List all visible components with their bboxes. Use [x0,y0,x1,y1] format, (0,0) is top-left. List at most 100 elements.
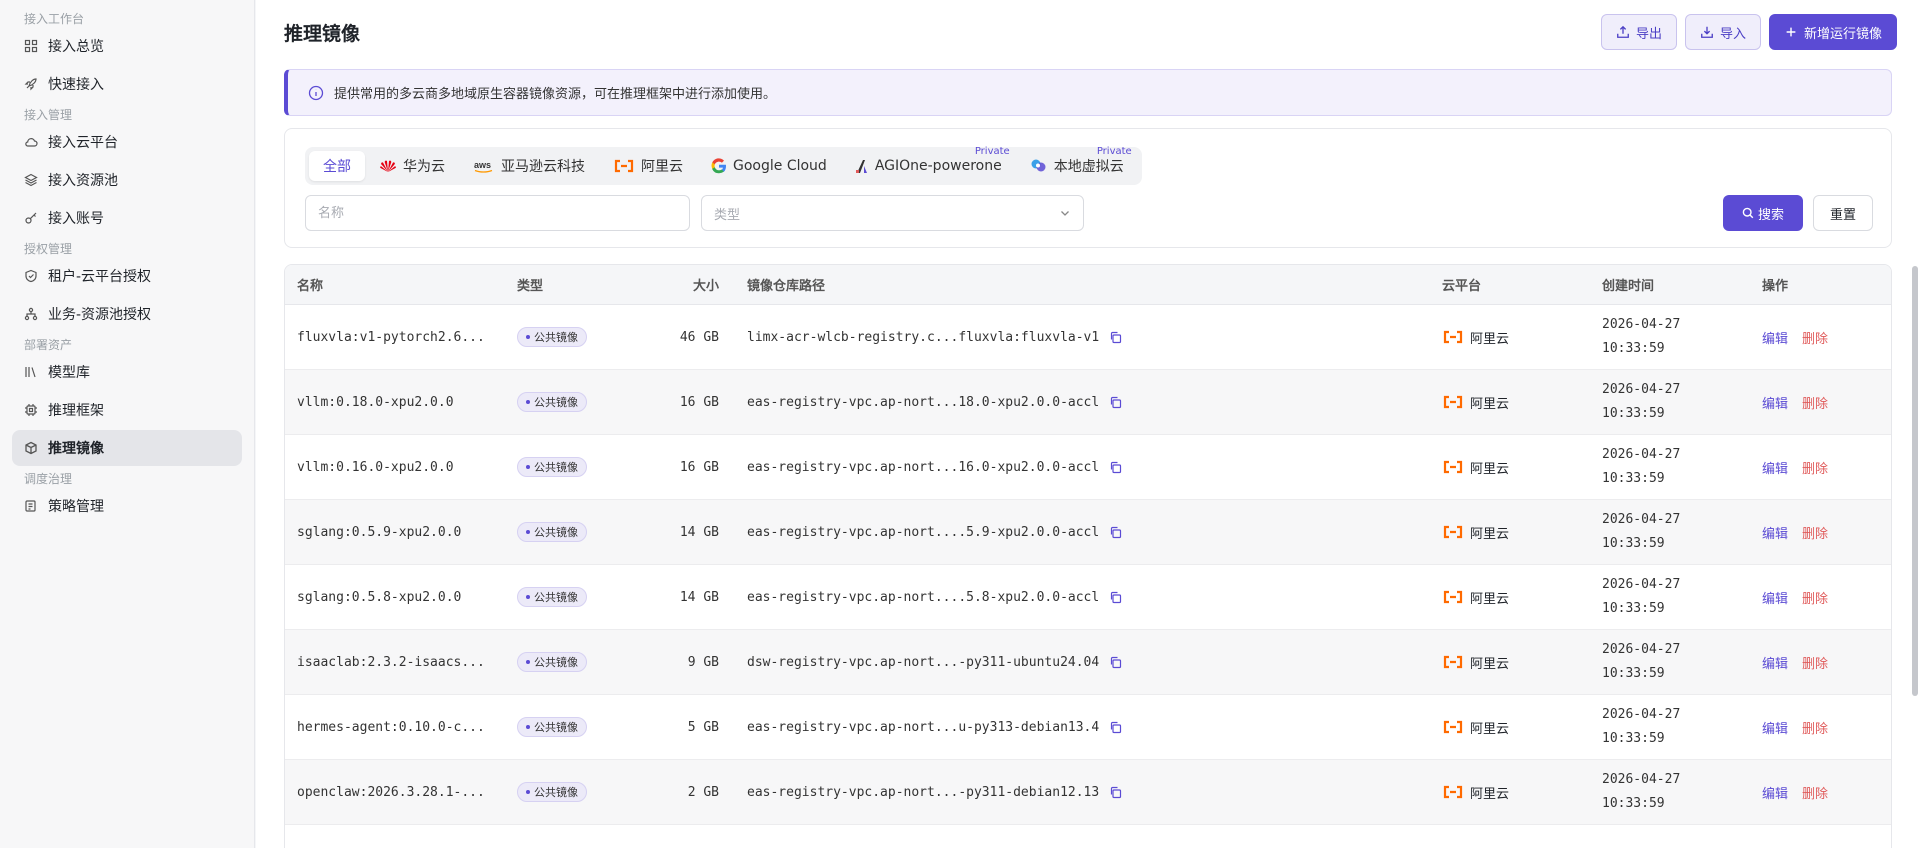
cloud-cell: 阿里云 [1430,328,1590,347]
copy-icon[interactable] [1109,461,1122,474]
image-name-cell: hermes-agent:0.10.0-c... [297,719,485,735]
copy-icon[interactable] [1109,591,1122,604]
sidebar-section-title: 接入管理 [24,108,73,122]
image-name-cell: vllm:0.18.0-xpu2.0.0 [297,394,454,410]
type-cell: 公共镜像 [505,457,645,477]
ops-cell: 编辑 删除 [1750,588,1890,607]
cloud-name: 阿里云 [1470,331,1510,347]
cloud-tab[interactable]: aws 亚马逊云科技 [459,151,599,181]
created-time-cell: 2026-04-27 10:33:59 [1590,508,1750,556]
sidebar-item[interactable]: 租户-云平台授权 [12,258,242,294]
sidebar-item[interactable]: 接入云平台 [12,124,242,160]
sidebar-item[interactable]: 接入资源池 [12,162,242,198]
edit-link[interactable]: 编辑 [1762,657,1788,672]
type-cell: 公共镜像 [505,522,645,542]
search-button[interactable]: 搜索 [1723,195,1803,231]
copy-icon[interactable] [1109,526,1122,539]
cloud-tab-label: 全部 [323,159,351,175]
delete-link[interactable]: 删除 [1802,397,1828,412]
sidebar-item-label: 推理框架 [48,403,104,419]
copy-icon[interactable] [1109,786,1122,799]
import-button[interactable]: 导入 [1684,14,1761,50]
add-image-label: 新增运行镜像 [1803,26,1882,42]
export-button[interactable]: 导出 [1600,14,1677,50]
sidebar-item-label: 快速接入 [48,77,104,93]
table-row: fluxvla:v1-pytorch2.6... 公共镜像 46 GB limx-ac… [285,305,1891,370]
sidebar-item[interactable]: 模型库 [12,354,242,390]
sidebar-item[interactable]: 推理框架 [12,392,242,428]
sidebar-item[interactable]: 策略管理 [12,488,242,524]
col-ops: 操作 [1762,279,1789,294]
edit-link[interactable]: 编辑 [1762,462,1788,477]
copy-icon[interactable] [1109,721,1122,734]
edit-link[interactable]: 编辑 [1762,332,1788,347]
col-size: 大小 [692,279,719,294]
cloud-tab[interactable]: AGIOne-powerone Private [841,146,1016,181]
filter-panel: 全部 华为云 aws 亚马逊云科技 阿里云 Google Cloud AGIOne-powe… [284,128,1892,248]
size-cell: 2 GB [687,784,719,800]
copy-icon[interactable] [1109,331,1122,344]
cloud-tab[interactable]: 阿里云 [599,151,697,181]
cloud-tab[interactable]: 本地虚拟云 Private [1016,146,1138,181]
created-time: 10:33:59 [1602,796,1665,811]
table-body: fluxvla:v1-pytorch2.6... 公共镜像 46 GB limx-ac… [285,305,1891,848]
info-text: 提供常用的多云商多地域原生容器镜像资源，可在推理框架中进行添加使用。 [334,87,777,102]
public-image-badge: 公共镜像 [517,782,587,802]
cloud-tab[interactable]: Google Cloud [697,151,841,181]
created-date: 2026-04-27 [1602,772,1681,787]
sidebar-item[interactable]: 接入总览 [12,28,242,64]
search-label: 搜索 [1757,207,1784,223]
copy-icon[interactable] [1109,656,1122,669]
delete-link[interactable]: 删除 [1802,722,1828,737]
scrollbar-thumb[interactable] [1912,266,1918,696]
sidebar-item[interactable]: 接入账号 [12,200,242,236]
svg-text:aws: aws [474,160,491,170]
reset-button[interactable]: 重置 [1813,195,1873,231]
image-name-cell: fluxvla:v1-pytorch2.6... [297,329,485,345]
path-cell: eas-registry-vpc.ap-nort...u-py313-debia… [725,720,1430,735]
search-icon [1742,207,1754,219]
type-cell: 公共镜像 [505,652,645,672]
delete-link[interactable]: 删除 [1802,332,1828,347]
ops-cell: 编辑 删除 [1750,718,1890,737]
copy-icon[interactable] [1109,396,1122,409]
delete-link[interactable]: 删除 [1802,787,1828,802]
created-date: 2026-04-27 [1602,642,1681,657]
aliyun-icon [1442,460,1464,474]
edit-link[interactable]: 编辑 [1762,722,1788,737]
delete-link[interactable]: 删除 [1802,657,1828,672]
cloud-cell: 阿里云 [1430,783,1590,802]
created-date: 2026-04-27 [1602,382,1681,397]
cloud-cell: 阿里云 [1430,523,1590,542]
ops-cell: 编辑 删除 [1750,523,1890,542]
export-label: 导出 [1635,26,1662,42]
edit-link[interactable]: 编辑 [1762,592,1788,607]
type-select[interactable]: 类型 [701,195,1084,231]
cloud-cell: 阿里云 [1430,653,1590,672]
sidebar-item[interactable]: 快速接入 [12,66,242,102]
cloud-name: 阿里云 [1470,656,1510,672]
ops-cell: 编辑 删除 [1750,328,1890,347]
edit-link[interactable]: 编辑 [1762,527,1788,542]
cloud-tab-label: Google Cloud [733,158,827,174]
cloud-tab[interactable]: 全部 [309,151,365,181]
cloud-cell: 阿里云 [1430,458,1590,477]
public-image-badge: 公共镜像 [517,522,587,542]
add-image-button[interactable]: 新增运行镜像 [1768,14,1897,50]
delete-link[interactable]: 删除 [1802,592,1828,607]
registry-path: eas-registry-vpc.ap-nort...u-py313-debia… [747,719,1100,735]
public-image-badge: 公共镜像 [517,587,587,607]
delete-link[interactable]: 删除 [1802,527,1828,542]
created-time: 10:33:59 [1602,406,1665,421]
sidebar-item[interactable]: 推理镜像 [12,430,242,466]
created-date: 2026-04-27 [1602,577,1681,592]
private-badge: Private [974,146,1010,157]
cloud-tab[interactable]: 华为云 [365,151,459,181]
name-search-input[interactable] [305,195,690,231]
edit-link[interactable]: 编辑 [1762,397,1788,412]
sidebar-item-label: 接入总览 [48,39,104,55]
edit-link[interactable]: 编辑 [1762,787,1788,802]
sidebar-item[interactable]: 业务-资源池授权 [12,296,242,332]
delete-link[interactable]: 删除 [1802,462,1828,477]
image-name-cell: vllm:0.16.0-xpu2.0.0 [297,459,454,475]
